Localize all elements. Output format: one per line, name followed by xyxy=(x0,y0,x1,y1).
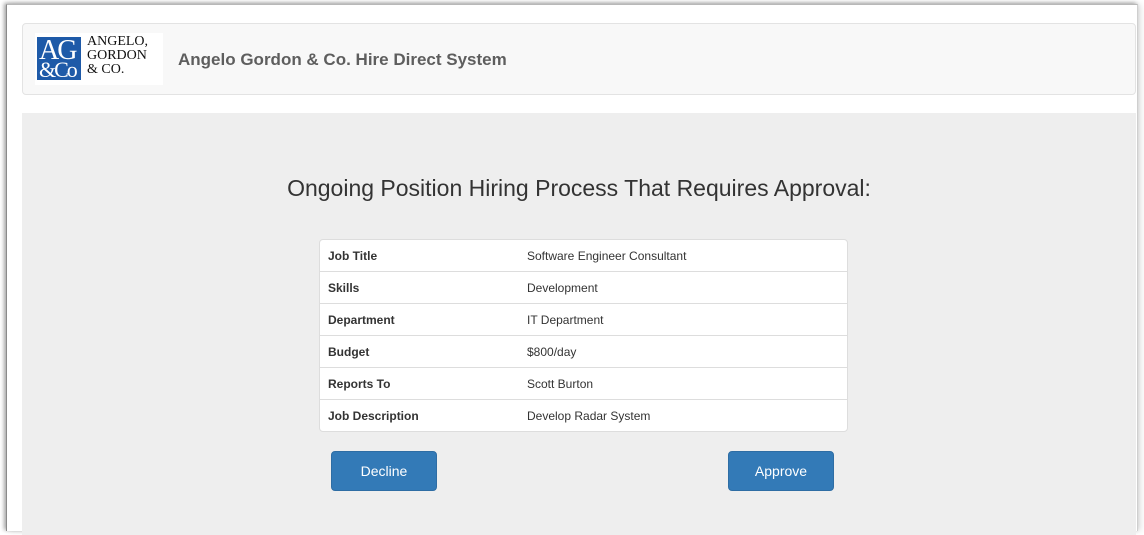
table-row: Department IT Department xyxy=(320,303,847,335)
approve-button[interactable]: Approve xyxy=(728,451,834,491)
table-row: Job Title Software Engineer Consultant xyxy=(320,240,847,271)
navbar: AG &Co ANGELO, GORDON & CO. Angelo Gordo… xyxy=(22,23,1136,95)
decline-button[interactable]: Decline xyxy=(331,451,437,491)
row-value: Software Engineer Consultant xyxy=(527,249,687,263)
row-value: Scott Burton xyxy=(527,377,594,391)
row-label: Skills xyxy=(328,281,360,295)
table-row: Budget $800/day xyxy=(320,335,847,367)
row-value: Development xyxy=(527,281,598,295)
row-label: Department xyxy=(328,313,395,327)
table-row: Skills Development xyxy=(320,271,847,303)
table-row: Job Description Develop Radar System xyxy=(320,399,847,431)
position-details-table: Job Title Software Engineer Consultant S… xyxy=(319,239,848,432)
row-value: IT Department xyxy=(527,313,604,327)
page-heading: Ongoing Position Hiring Process That Req… xyxy=(287,175,871,201)
row-value: $800/day xyxy=(527,345,577,359)
logo-text-line-3: & CO. xyxy=(87,62,125,77)
row-label: Job Title xyxy=(328,249,378,263)
logo-monogram-bottom: &Co xyxy=(39,57,78,82)
company-logo[interactable]: AG &Co ANGELO, GORDON & CO. xyxy=(35,33,163,85)
row-label: Job Description xyxy=(328,409,419,423)
logo-text-line-1: ANGELO, xyxy=(87,34,149,49)
approval-panel: Ongoing Position Hiring Process That Req… xyxy=(22,113,1136,535)
logo-monogram: AG &Co xyxy=(37,37,81,82)
logo-text-line-2: GORDON xyxy=(87,48,147,63)
app-window: AG &Co ANGELO, GORDON & CO. Angelo Gordo… xyxy=(6,4,1138,535)
row-label: Budget xyxy=(328,345,370,359)
table-row: Reports To Scott Burton xyxy=(320,367,847,399)
row-value: Develop Radar System xyxy=(527,409,651,423)
app-title[interactable]: Angelo Gordon & Co. Hire Direct System xyxy=(178,50,507,70)
row-label: Reports To xyxy=(328,377,391,391)
